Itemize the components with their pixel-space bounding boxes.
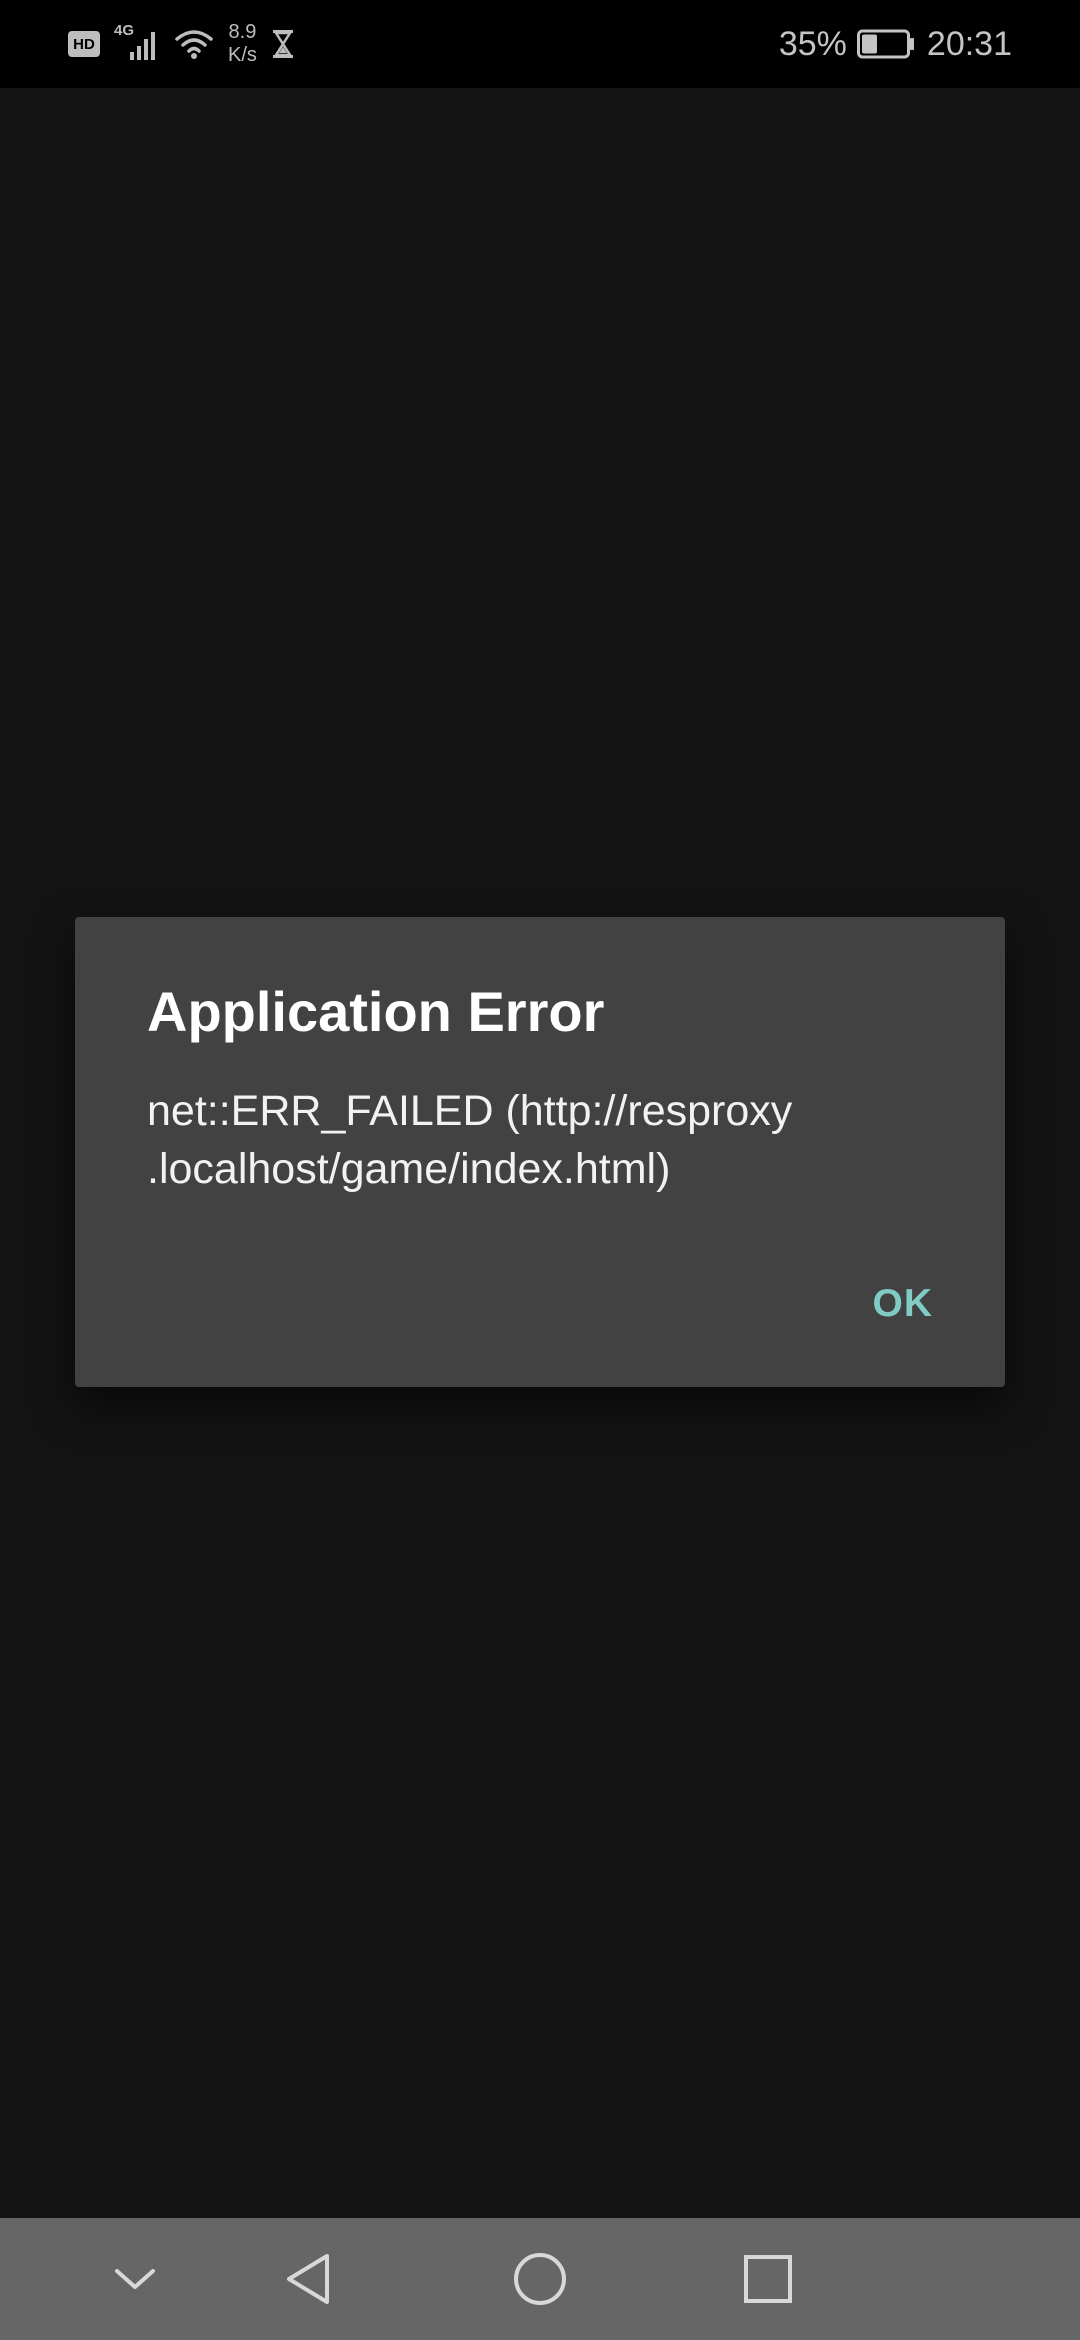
dialog-message-line-2: .localhost/game/index.html) xyxy=(147,1145,671,1193)
dialog-message-line-1: net::ERR_FAILED (http://resproxy xyxy=(147,1087,793,1135)
hide-nav-button[interactable] xyxy=(75,2218,195,2340)
status-bar-left: HD 4G 8.9 K/s xyxy=(68,0,309,88)
clock: 20:31 xyxy=(926,24,1012,63)
error-dialog: Application Error net::ERR_FAILED (http:… xyxy=(75,917,1005,1387)
screen: HD 4G 8.9 K/s 35% 20:31 Application Erro… xyxy=(0,0,1080,2340)
navigation-bar xyxy=(0,2218,1080,2340)
dialog-title: Application Error xyxy=(147,980,605,1043)
battery-icon xyxy=(856,29,915,59)
network-speed-value: 8.9 xyxy=(228,21,257,43)
signal-4g-icon: 4G xyxy=(114,22,160,64)
chevron-down-icon xyxy=(115,2269,155,2289)
hourglass-icon xyxy=(272,30,293,58)
status-bar-right: 35% 20:31 xyxy=(779,0,1012,88)
network-speed-unit: K/s xyxy=(228,44,257,66)
back-button[interactable] xyxy=(248,2218,368,2340)
back-icon xyxy=(287,2254,329,2304)
home-button[interactable] xyxy=(480,2218,600,2340)
ok-button[interactable]: OK xyxy=(865,1272,942,1336)
network-speed: 8.9 K/s xyxy=(228,21,257,67)
recents-button[interactable] xyxy=(708,2218,828,2340)
recents-icon xyxy=(744,2255,792,2303)
dialog-message: net::ERR_FAILED (http://resproxy .localh… xyxy=(147,1082,947,1198)
battery-percent: 35% xyxy=(778,24,847,63)
hd-icon: HD xyxy=(68,31,100,57)
wifi-icon xyxy=(175,30,213,59)
status-bar: HD 4G 8.9 K/s 35% 20:31 xyxy=(0,0,1080,88)
home-icon xyxy=(514,2253,566,2305)
